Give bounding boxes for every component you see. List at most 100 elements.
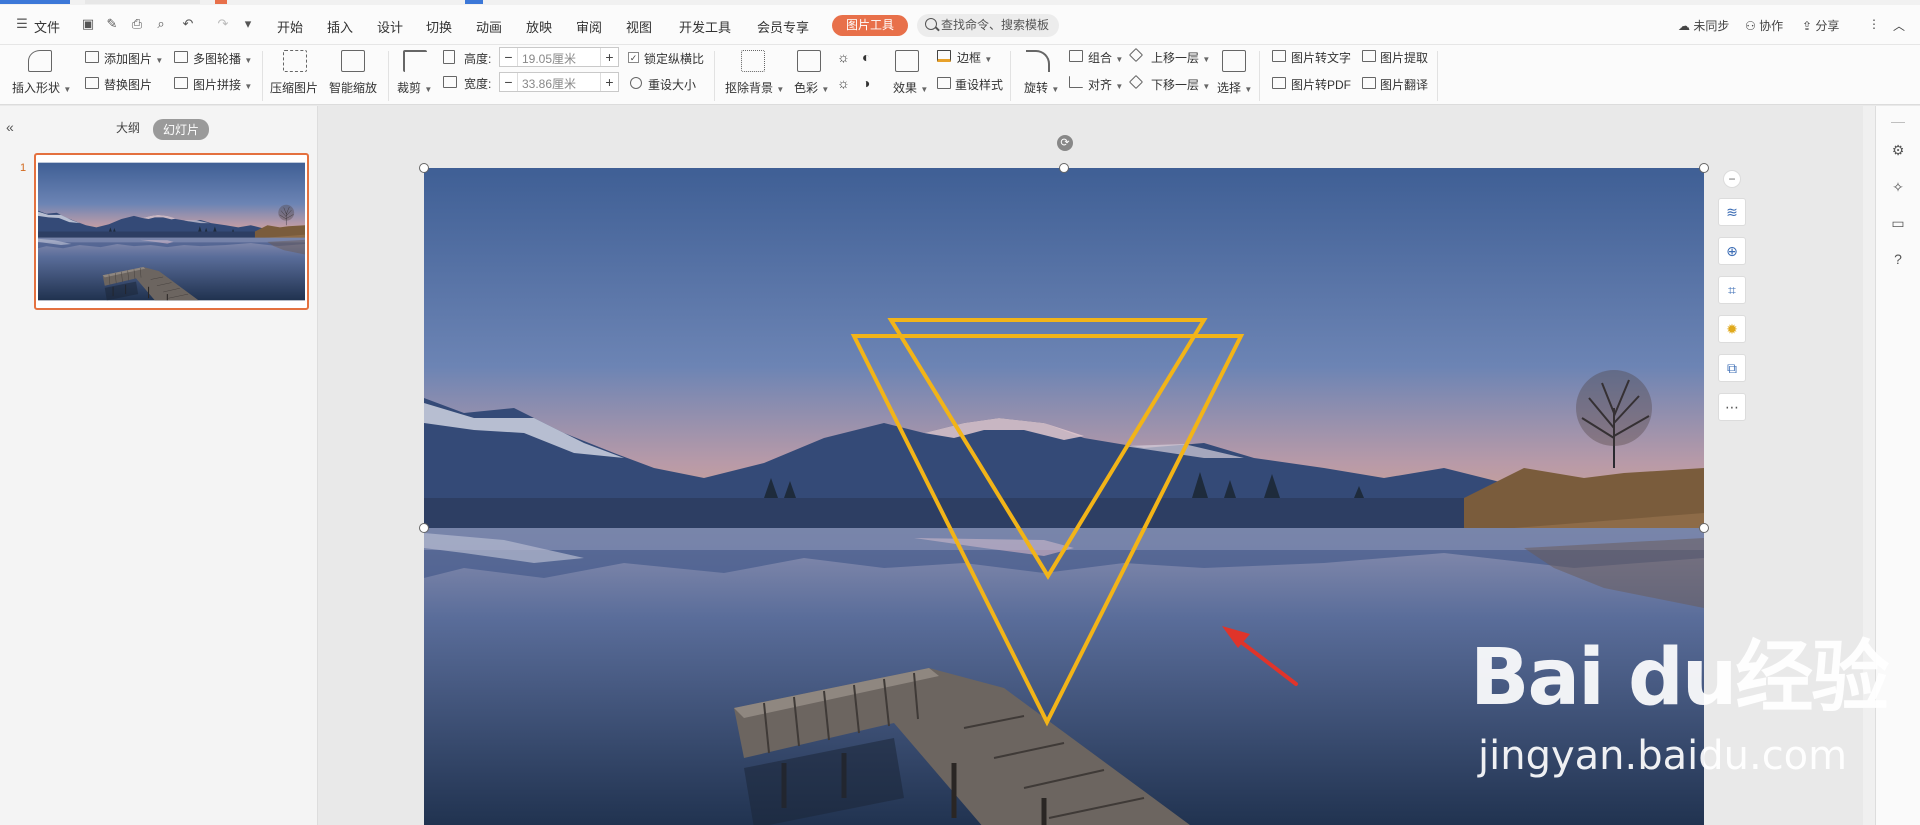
contrast-down-icon[interactable]: ◑ xyxy=(862,75,870,91)
menu-file[interactable]: 文件 xyxy=(34,17,60,36)
send-backward-button[interactable]: 下移一层 ▼ xyxy=(1151,76,1210,93)
tab-transition[interactable]: 切换 xyxy=(426,17,452,36)
color-button[interactable]: 色彩 ▼ xyxy=(794,79,829,96)
height-increase-button[interactable]: + xyxy=(600,48,618,66)
slide-number: 1 xyxy=(20,162,27,174)
effects-button[interactable]: 效果 ▼ xyxy=(893,79,928,96)
print-preview-icon[interactable]: ⌕ xyxy=(153,16,169,32)
share-button[interactable]: ⇪ 分享 xyxy=(1802,17,1839,34)
tab-view[interactable]: 视图 xyxy=(626,17,652,36)
rotate-button[interactable]: 旋转 ▼ xyxy=(1024,79,1059,96)
tab-slideshow[interactable]: 放映 xyxy=(526,17,552,36)
lock-ratio-checkbox[interactable]: ✓ xyxy=(628,52,639,63)
width-value[interactable]: 33.86厘米 xyxy=(522,75,576,92)
tab-slides[interactable]: 幻灯片 xyxy=(153,119,210,140)
width-spinner[interactable]: − 33.86厘米 + xyxy=(499,72,619,92)
rotate-label: 旋转 xyxy=(1024,81,1049,95)
format-painter-icon[interactable]: ✎ xyxy=(104,16,120,32)
height-spinner[interactable]: − 19.05厘米 + xyxy=(499,47,619,67)
crop-button[interactable]: 裁剪 ▼ xyxy=(397,79,432,96)
rotate-handle-icon[interactable]: ⟳ xyxy=(1057,135,1073,151)
tab-insert[interactable]: 插入 xyxy=(327,17,353,36)
slide-thumbnail[interactable] xyxy=(34,153,309,310)
customize-icon[interactable]: ▾ xyxy=(240,16,256,32)
align-button[interactable]: 对齐 ▼ xyxy=(1088,76,1123,93)
tab-indicator xyxy=(465,0,483,4)
select-icon[interactable] xyxy=(1222,50,1246,72)
pic-extract-icon xyxy=(1362,50,1376,62)
redo-icon[interactable]: ↷ xyxy=(215,16,231,32)
resize-handle-top-right[interactable] xyxy=(1699,163,1709,173)
brightness-up-icon[interactable]: ☼ xyxy=(837,49,850,65)
comments-icon[interactable]: ▭ xyxy=(1889,214,1907,232)
magic-wand-icon[interactable]: ✧ xyxy=(1889,178,1907,196)
border-button[interactable]: 边框 ▼ xyxy=(957,49,992,66)
effects-icon[interactable] xyxy=(895,50,919,72)
tab-review[interactable]: 审阅 xyxy=(576,17,602,36)
contrast-up-icon[interactable]: ◐ xyxy=(862,49,870,65)
pic-extract-button[interactable]: 图片提取 xyxy=(1380,49,1428,66)
insert-shape-icon[interactable] xyxy=(28,50,52,72)
brightness-down-icon[interactable]: ☼ xyxy=(837,75,850,91)
command-search[interactable]: 查找命令、搜索模板 xyxy=(917,14,1059,37)
height-decrease-button[interactable]: − xyxy=(500,48,518,66)
group-button[interactable]: 组合 ▼ xyxy=(1088,49,1123,66)
help-icon[interactable]: ? xyxy=(1889,250,1907,268)
tab-member[interactable]: 会员专享 xyxy=(757,17,809,36)
picture-stitch-button[interactable]: 图片拼接 ▼ xyxy=(193,76,252,93)
collaborate-button[interactable]: ⚇ 协作 xyxy=(1745,17,1783,34)
smart-zoom-icon[interactable] xyxy=(341,50,365,72)
tab-design[interactable]: 设计 xyxy=(377,17,403,36)
multi-carousel-button[interactable]: 多图轮播 ▼ xyxy=(193,50,252,67)
resize-handle-top-left[interactable] xyxy=(419,163,429,173)
lightbulb-icon[interactable]: ✹ xyxy=(1718,315,1746,343)
collapse-panel-icon[interactable]: « xyxy=(6,119,14,135)
color-icon[interactable] xyxy=(797,50,821,72)
more-menu-icon[interactable]: ⋮ xyxy=(1868,17,1880,31)
sidebar-handle-icon[interactable]: — xyxy=(1889,112,1907,130)
zoom-in-icon[interactable]: ⊕ xyxy=(1718,237,1746,265)
resize-handle-right[interactable] xyxy=(1699,523,1709,533)
resize-handle-top[interactable] xyxy=(1059,163,1069,173)
bring-forward-button[interactable]: 上移一层 ▼ xyxy=(1151,49,1210,66)
width-decrease-button[interactable]: − xyxy=(500,73,518,91)
reset-style-button[interactable]: 重设样式 xyxy=(955,76,1003,93)
insert-shape-button[interactable]: 插入形状 ▼ xyxy=(12,79,71,96)
tab-home[interactable]: 开始 xyxy=(277,17,303,36)
pic-to-text-button[interactable]: 图片转文字 xyxy=(1291,49,1351,66)
undo-icon[interactable]: ↶ xyxy=(180,16,196,32)
collapse-ribbon-icon[interactable]: ︿ xyxy=(1893,17,1905,34)
tab-picture-tools[interactable]: 图片工具 xyxy=(832,15,908,36)
tab-outline[interactable]: 大纲 xyxy=(116,119,140,136)
resize-handle-left[interactable] xyxy=(419,523,429,533)
height-value[interactable]: 19.05厘米 xyxy=(522,50,576,67)
remove-background-button[interactable]: 抠除背景 ▼ xyxy=(725,79,784,96)
sync-status[interactable]: ☁ 未同步 xyxy=(1678,17,1729,34)
layers-icon[interactable]: ≋ xyxy=(1718,198,1746,226)
remove-background-icon[interactable] xyxy=(741,50,765,72)
compress-picture-button[interactable]: 压缩图片 xyxy=(270,79,318,96)
width-increase-button[interactable]: + xyxy=(600,73,618,91)
print-icon[interactable]: ⎙ xyxy=(129,16,145,32)
group-label: 组合 xyxy=(1088,51,1113,65)
crop-tool-icon[interactable]: ⌗ xyxy=(1718,276,1746,304)
add-picture-button[interactable]: 添加图片 ▼ xyxy=(104,50,163,67)
rotate-icon[interactable] xyxy=(1026,50,1050,72)
properties-icon[interactable]: ⚙ xyxy=(1889,141,1907,159)
hamburger-icon[interactable]: ☰ xyxy=(14,16,30,32)
compress-icon[interactable] xyxy=(283,50,307,72)
pic-to-pdf-button[interactable]: 图片转PDF xyxy=(1291,76,1351,93)
save-icon[interactable]: ▣ xyxy=(80,16,96,32)
reset-size-button[interactable]: 重设大小 xyxy=(648,76,696,93)
collapse-toolbar-icon[interactable]: − xyxy=(1723,170,1741,188)
smart-zoom-button[interactable]: 智能缩放 xyxy=(329,79,377,96)
replace-picture-button[interactable]: 替换图片 xyxy=(104,76,152,93)
picture-convert-icon[interactable]: ⧉ xyxy=(1718,354,1746,382)
tab-developer[interactable]: 开发工具 xyxy=(679,17,731,36)
more-tools-icon[interactable]: ⋯ xyxy=(1718,393,1746,421)
pic-translate-button[interactable]: 图片翻译 xyxy=(1380,76,1428,93)
select-button[interactable]: 选择 ▼ xyxy=(1217,79,1252,96)
tab-animation[interactable]: 动画 xyxy=(476,17,502,36)
carousel-icon xyxy=(174,51,188,63)
crop-icon[interactable] xyxy=(403,50,427,72)
